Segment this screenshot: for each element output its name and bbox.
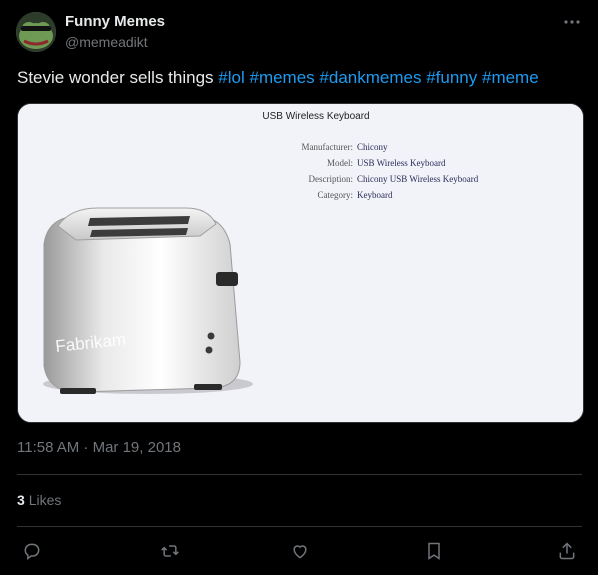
more-icon[interactable] <box>562 12 582 32</box>
prop-value: Chicony USB Wireless Keyboard <box>357 174 479 184</box>
divider <box>17 474 582 475</box>
author-name[interactable]: Funny Memes <box>65 13 165 30</box>
post-text: Stevie wonder sells things #lol #memes #… <box>17 67 539 89</box>
hashtag-link[interactable]: #lol <box>218 68 244 87</box>
likes-number: 3 <box>17 492 25 508</box>
hashtag-link[interactable]: #meme <box>482 68 539 87</box>
divider <box>17 526 582 527</box>
hashtag-link[interactable]: #funny <box>426 68 477 87</box>
prop-label: Category: <box>318 190 354 200</box>
hashtag-link[interactable]: #memes <box>249 68 314 87</box>
bookmark-icon[interactable] <box>419 536 449 566</box>
post-text-plain: Stevie wonder sells things <box>17 68 214 87</box>
hashtag-link[interactable]: #dankmemes <box>319 68 421 87</box>
avatar[interactable] <box>16 12 56 52</box>
prop-label: Description: <box>309 174 354 184</box>
likes-count[interactable]: 3 Likes <box>17 492 61 508</box>
media-window-title: USB Wireless Keyboard <box>262 111 369 122</box>
author-handle[interactable]: @memeadikt <box>65 34 148 50</box>
frog-avatar-icon <box>16 12 56 52</box>
prop-value: Chicony <box>357 142 388 152</box>
share-icon[interactable] <box>552 536 582 566</box>
toaster-image: Fabrikam <box>43 207 253 394</box>
likes-label: Likes <box>28 492 62 508</box>
reply-icon[interactable] <box>17 536 47 566</box>
prop-value: USB Wireless Keyboard <box>357 158 446 168</box>
post-timestamp[interactable]: 11:58 AM · Mar 19, 2018 <box>17 439 181 456</box>
repost-icon[interactable] <box>155 536 185 566</box>
action-bar <box>0 536 598 566</box>
like-icon[interactable] <box>285 536 315 566</box>
toaster-screenshot: USB Wireless Keyboard Manufacturer: Chic… <box>18 104 583 422</box>
post-image[interactable]: USB Wireless Keyboard Manufacturer: Chic… <box>17 103 584 423</box>
prop-label: Model: <box>327 158 353 168</box>
prop-label: Manufacturer: <box>302 142 353 152</box>
prop-value: Keyboard <box>357 190 393 200</box>
